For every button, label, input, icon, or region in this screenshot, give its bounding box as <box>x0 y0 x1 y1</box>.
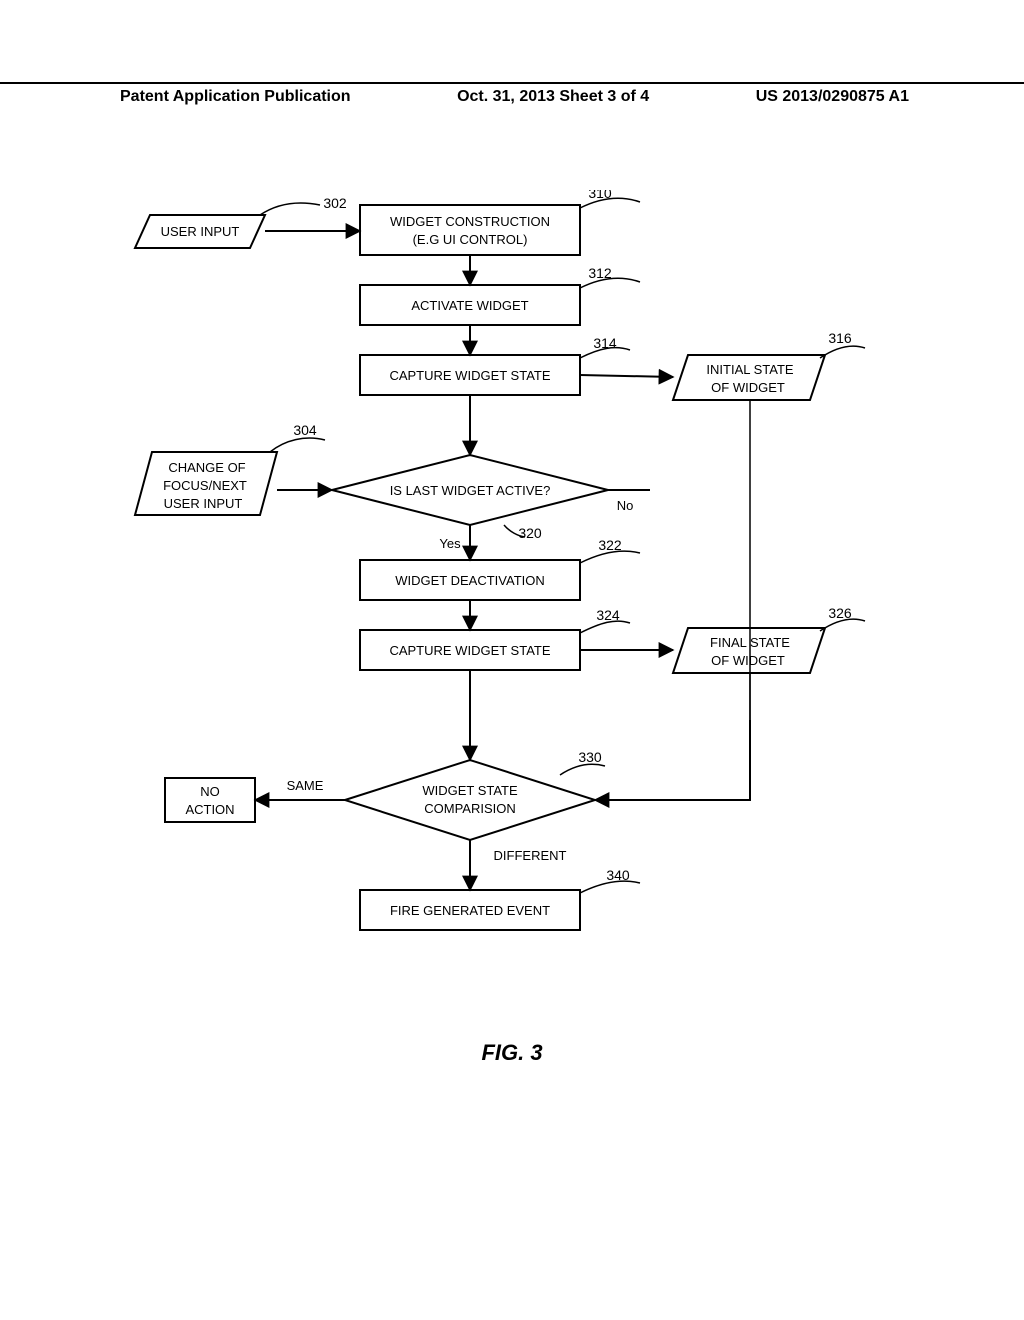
label-yes: Yes <box>439 536 461 551</box>
ref-320: 320 <box>518 525 542 541</box>
node-no-action-l1: NO <box>200 784 220 799</box>
ref-310: 310 <box>588 190 612 201</box>
ref-314: 314 <box>593 335 617 351</box>
node-final-state: FINAL STATE OF WIDGET 326 <box>673 605 865 673</box>
node-capture-state-2: CAPTURE WIDGET STATE 324 <box>360 607 630 670</box>
label-no: No <box>617 498 634 513</box>
node-state-compare: WIDGET STATE COMPARISION 330 <box>345 749 605 840</box>
node-user-input: USER INPUT 302 <box>135 195 347 248</box>
node-widget-construction-l2: (E.G UI CONTROL) <box>413 232 528 247</box>
ref-326: 326 <box>828 605 852 621</box>
node-activate-widget: ACTIVATE WIDGET 312 <box>360 265 640 325</box>
header-right: US 2013/0290875 A1 <box>756 88 909 106</box>
header-center: Oct. 31, 2013 Sheet 3 of 4 <box>457 88 649 106</box>
ref-312: 312 <box>588 265 612 281</box>
node-final-state-l1: FINAL STATE <box>710 635 790 650</box>
ref-316: 316 <box>828 330 852 346</box>
node-user-input-label: USER INPUT <box>161 224 240 239</box>
ref-324: 324 <box>596 607 620 623</box>
node-initial-state-l2: OF WIDGET <box>711 380 785 395</box>
flowchart-svg: USER INPUT 302 WIDGET CONSTRUCTION (E.G … <box>110 190 910 1010</box>
label-same: SAME <box>287 778 324 793</box>
node-no-action: NO ACTION <box>165 778 255 822</box>
node-deactivation-label: WIDGET DEACTIVATION <box>395 573 545 588</box>
node-final-state-l2: OF WIDGET <box>711 653 785 668</box>
ref-330: 330 <box>578 749 602 765</box>
edge-states-330 <box>595 720 750 800</box>
ref-322: 322 <box>598 537 622 553</box>
figure-caption: FIG. 3 <box>0 1040 1024 1066</box>
node-state-compare-l2: COMPARISION <box>424 801 516 816</box>
label-different: DIFFERENT <box>494 848 567 863</box>
ref-340: 340 <box>606 867 630 883</box>
node-is-last-active-label: IS LAST WIDGET ACTIVE? <box>390 483 551 498</box>
page-header: Patent Application Publication Oct. 31, … <box>0 82 1024 106</box>
node-change-focus-l3: USER INPUT <box>164 496 243 511</box>
node-initial-state: INITIAL STATE OF WIDGET 316 <box>673 330 865 400</box>
node-capture-state-1: CAPTURE WIDGET STATE 314 <box>360 335 630 395</box>
node-capture-state-2-label: CAPTURE WIDGET STATE <box>389 643 550 658</box>
header-left: Patent Application Publication <box>120 88 351 106</box>
node-fire-event: FIRE GENERATED EVENT 340 <box>360 867 640 930</box>
node-widget-construction-l1: WIDGET CONSTRUCTION <box>390 214 550 229</box>
node-fire-event-label: FIRE GENERATED EVENT <box>390 903 550 918</box>
node-capture-state-1-label: CAPTURE WIDGET STATE <box>389 368 550 383</box>
node-change-focus-l2: FOCUS/NEXT <box>163 478 247 493</box>
node-initial-state-l1: INITIAL STATE <box>706 362 793 377</box>
ref-302: 302 <box>323 195 347 211</box>
edge-314-316 <box>580 375 673 377</box>
node-change-focus: CHANGE OF FOCUS/NEXT USER INPUT 304 <box>135 422 325 515</box>
node-activate-widget-label: ACTIVATE WIDGET <box>411 298 528 313</box>
node-state-compare-l1: WIDGET STATE <box>422 783 518 798</box>
node-deactivation: WIDGET DEACTIVATION 322 <box>360 537 640 600</box>
node-change-focus-l1: CHANGE OF <box>168 460 245 475</box>
node-widget-construction: WIDGET CONSTRUCTION (E.G UI CONTROL) 310 <box>360 190 640 255</box>
node-no-action-l2: ACTION <box>185 802 234 817</box>
ref-304: 304 <box>293 422 317 438</box>
